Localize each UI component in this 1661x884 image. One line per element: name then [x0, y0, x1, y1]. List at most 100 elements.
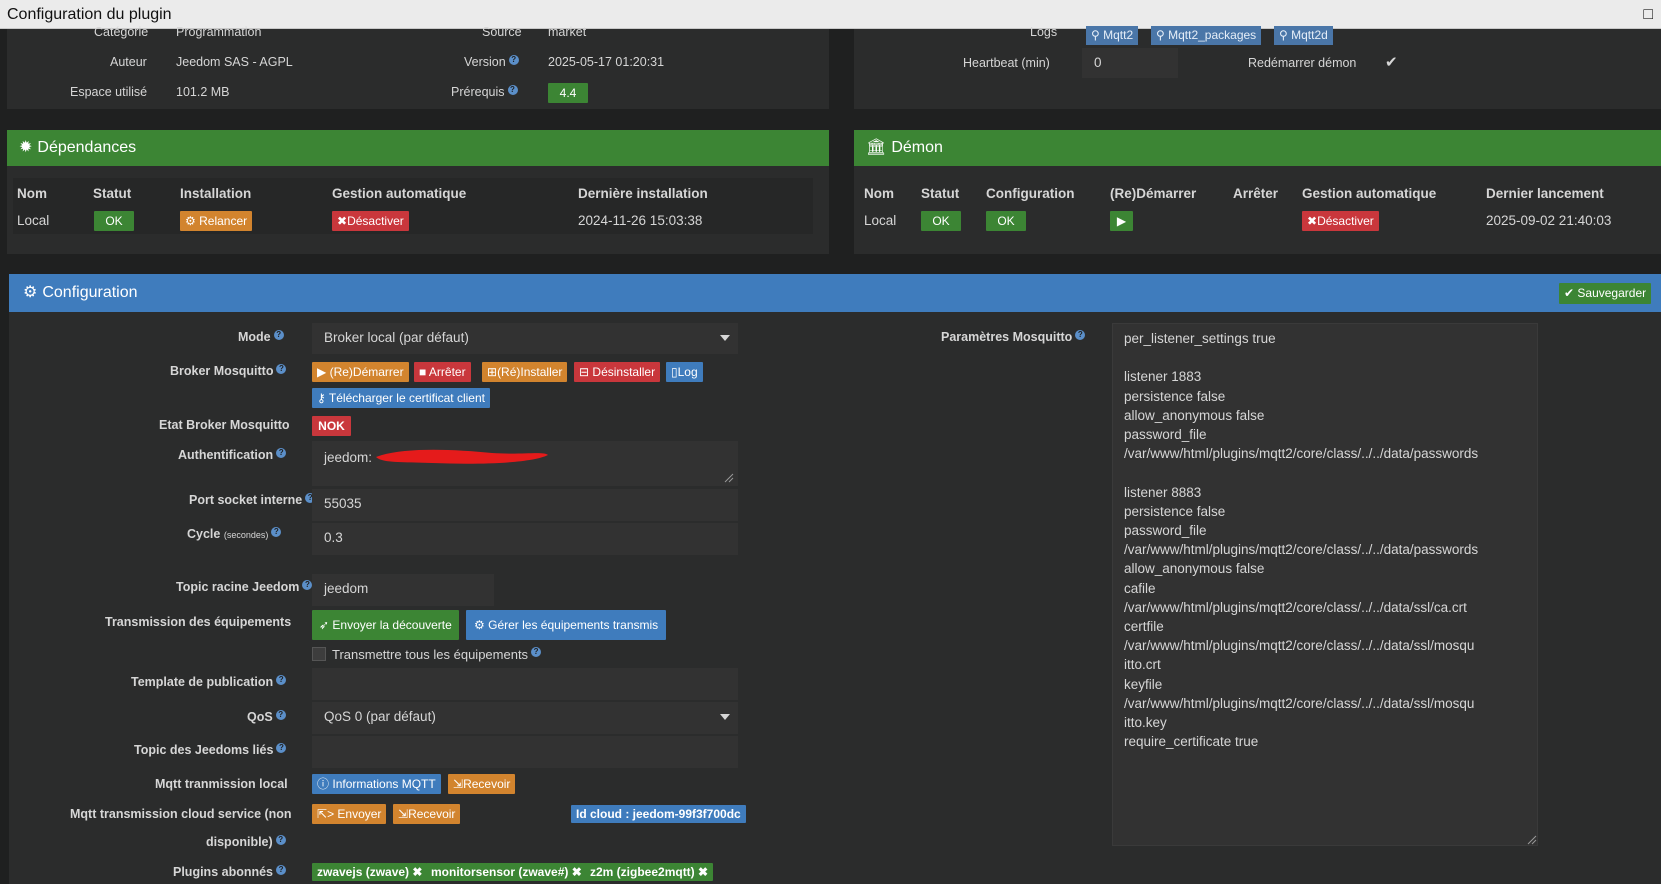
prerequis-label: Prérequis?	[451, 85, 518, 99]
mqtt-local-label: Mqtt tranmission local	[155, 777, 288, 791]
dep-row-nom: Local	[17, 213, 50, 228]
redemarrer-checkbox[interactable]: ✔	[1385, 53, 1398, 71]
version-label: Version?	[464, 55, 519, 69]
demon-start-button[interactable]: ▶	[1110, 211, 1133, 231]
dep-header-nom: Nom	[17, 186, 47, 201]
informations-mqtt-button[interactable]: ⓘ Informations MQTT	[312, 774, 441, 794]
recevoir-cloud-button[interactable]: ⇲Recevoir	[393, 804, 461, 824]
redaction-mark	[376, 449, 548, 464]
log-link-mqtt2-packages[interactable]: ⚲ Mqtt2_packages	[1151, 26, 1262, 45]
envoyer-decouverte-button[interactable]: ➶ Envoyer la découverte	[312, 610, 459, 640]
plugins-label: Plugins abonnés?	[173, 865, 287, 879]
espace-label: Espace utilisé	[70, 85, 148, 99]
heartbeat-label: Heartbeat (min)	[963, 56, 1050, 70]
port-input[interactable]: 55035	[312, 489, 738, 521]
help-icon[interactable]: ?	[271, 527, 282, 537]
log-link-mqtt2[interactable]: ⚲ Mqtt2	[1086, 26, 1139, 45]
broker-label: Broker Mosquitto?	[170, 364, 287, 378]
key-icon: ⚷	[317, 391, 326, 405]
sign-in-icon: ⇲	[398, 807, 409, 821]
recevoir-local-button[interactable]: ⇲Recevoir	[448, 774, 516, 794]
log-link-mqtt2d[interactable]: ⚲ Mqtt2d	[1274, 26, 1333, 45]
broker-uninstall-button[interactable]: ⊟ Désinstaller	[574, 362, 661, 382]
help-icon[interactable]: ?	[276, 865, 287, 875]
download-certificate-button[interactable]: ⚷ Télécharger le certificat client	[312, 388, 490, 408]
save-button[interactable]: ✔ Sauvegarder	[1559, 283, 1652, 304]
topic-lies-input[interactable]	[312, 736, 738, 768]
plugin-tag-zwavejs[interactable]: zwavejs (zwave) ✖	[312, 863, 428, 881]
help-icon[interactable]: ?	[276, 743, 287, 753]
broker-log-button[interactable]: ▯Log	[666, 362, 703, 382]
help-icon[interactable]: ?	[1075, 330, 1086, 340]
mode-select[interactable]: Broker local (par défaut)	[312, 323, 738, 354]
minus-square-icon: ⊟	[579, 365, 590, 379]
auth-label: Authentification?	[178, 448, 287, 462]
source-value: market	[548, 25, 587, 39]
cycle-input[interactable]: 0.3	[312, 523, 738, 555]
remove-icon[interactable]: ✖	[412, 865, 422, 879]
help-icon[interactable]: ?	[276, 448, 287, 458]
dep-header-derniere: Dernière installation	[578, 186, 708, 201]
check-circle-icon: ✔	[1564, 286, 1575, 300]
relancer-button[interactable]: ⚙ Relancer	[180, 211, 253, 231]
bicycle-icon: ⚙	[185, 214, 196, 228]
dep-header-statut: Statut	[93, 186, 132, 201]
demon-header-arreter: Arrêter	[1233, 186, 1279, 201]
help-icon[interactable]: ?	[531, 647, 542, 657]
help-icon[interactable]: ?	[273, 330, 284, 340]
maximize-icon[interactable]: □	[1643, 0, 1653, 29]
help-icon[interactable]: ?	[275, 835, 286, 845]
demon-desactiver-button[interactable]: ✖Désactiver	[1302, 211, 1379, 231]
remove-icon[interactable]: ✖	[698, 865, 708, 879]
qos-select[interactable]: QoS 0 (par défaut)	[312, 702, 738, 734]
broker-stop-button[interactable]: ■ Arrêter	[414, 362, 471, 382]
bank-icon: 🏛	[866, 139, 887, 156]
mosquitto-label: Paramètres Mosquitto?	[941, 330, 1086, 344]
gerer-equipements-button[interactable]: ⚙ Gérer les équipements transmis	[466, 610, 667, 640]
id-cloud-badge: Id cloud : jeedom-99f3f700dc	[571, 805, 746, 823]
heartbeat-input[interactable]: 0	[1082, 48, 1178, 78]
plugin-tag-z2m[interactable]: z2m (zigbee2mqtt) ✖	[585, 863, 714, 881]
window-title: Configuration du plugin	[7, 6, 172, 23]
broker-install-button[interactable]: ⊞(Ré)Installer	[482, 362, 568, 382]
info-icon: ⓘ	[317, 777, 330, 791]
auteur-label: Auteur	[110, 55, 147, 69]
broker-restart-button[interactable]: ▶ (Re)Démarrer	[312, 362, 409, 382]
help-icon[interactable]: ?	[276, 675, 287, 685]
help-icon[interactable]: ?	[507, 85, 518, 95]
resize-handle-icon[interactable]	[1527, 835, 1537, 845]
envoyer-cloud-button[interactable]: ⇱> Envoyer	[312, 804, 387, 824]
play-icon: ▶	[1116, 214, 1127, 228]
configuration-header: ⚙ Configuration	[9, 274, 1661, 312]
transmission-label: Transmission des équipements	[105, 615, 292, 629]
cycle-label: Cycle (secondes)?	[187, 527, 282, 541]
espace-value: 101.2 MB	[176, 85, 230, 99]
dependances-header: ✹ Dépendances	[7, 130, 829, 166]
template-input[interactable]	[312, 668, 738, 700]
close-icon: ✖	[1307, 214, 1318, 228]
help-icon[interactable]: ?	[276, 364, 287, 374]
help-icon[interactable]: ?	[275, 710, 286, 720]
demon-status-badge: OK	[921, 211, 961, 231]
demon-header-nom: Nom	[864, 186, 894, 201]
qos-label: QoS?	[247, 710, 286, 724]
categorie-label: Catégorie	[94, 25, 149, 39]
resize-handle-icon[interactable]	[724, 473, 734, 483]
dep-desactiver-button[interactable]: ✖Désactiver	[332, 211, 409, 231]
demon-header: 🏛 Démon	[854, 130, 1661, 166]
help-icon[interactable]: ?	[508, 55, 519, 65]
remove-icon[interactable]: ✖	[572, 865, 582, 879]
topic-input[interactable]: jeedom	[312, 574, 494, 606]
dep-header-installation: Installation	[180, 186, 252, 201]
plugin-tag-monitorsensor[interactable]: monitorsensor (zwave#) ✖	[426, 863, 587, 881]
mosquitto-textarea[interactable]: per_listener_settings true listener 1883…	[1112, 323, 1538, 846]
demon-panel	[854, 166, 1661, 254]
send-icon: ➶	[319, 618, 330, 632]
demon-header-dernier: Dernier lancement	[1486, 186, 1604, 201]
close-icon: ✖	[337, 214, 348, 228]
transmettre-tous-checkbox[interactable]	[312, 647, 326, 661]
help-icon[interactable]: ?	[302, 580, 313, 590]
port-label: Port socket interne?	[189, 493, 316, 507]
logs-label: Logs	[1030, 25, 1058, 39]
categorie-value: Programmation	[176, 25, 262, 39]
